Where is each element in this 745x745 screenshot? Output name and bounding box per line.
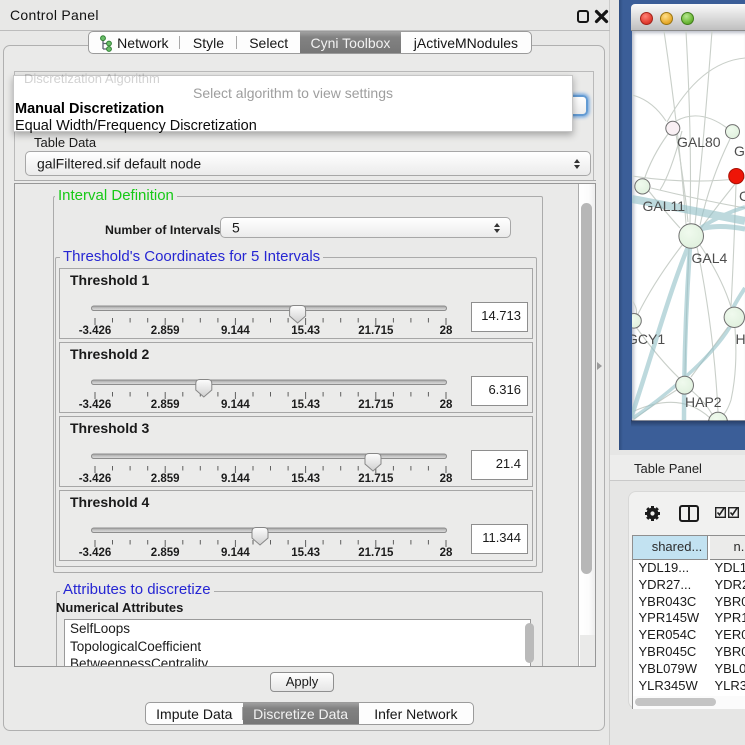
svg-text:GA: GA: [734, 143, 745, 159]
svg-text:GAL4: GAL4: [692, 250, 728, 266]
svg-text:GAL80: GAL80: [677, 134, 721, 150]
svg-text:C: C: [739, 188, 745, 204]
svg-text:GAL11: GAL11: [643, 198, 686, 214]
svg-text:H: H: [736, 331, 745, 347]
svg-text:GCY1: GCY1: [632, 331, 665, 347]
svg-text:HAP2: HAP2: [685, 394, 722, 410]
